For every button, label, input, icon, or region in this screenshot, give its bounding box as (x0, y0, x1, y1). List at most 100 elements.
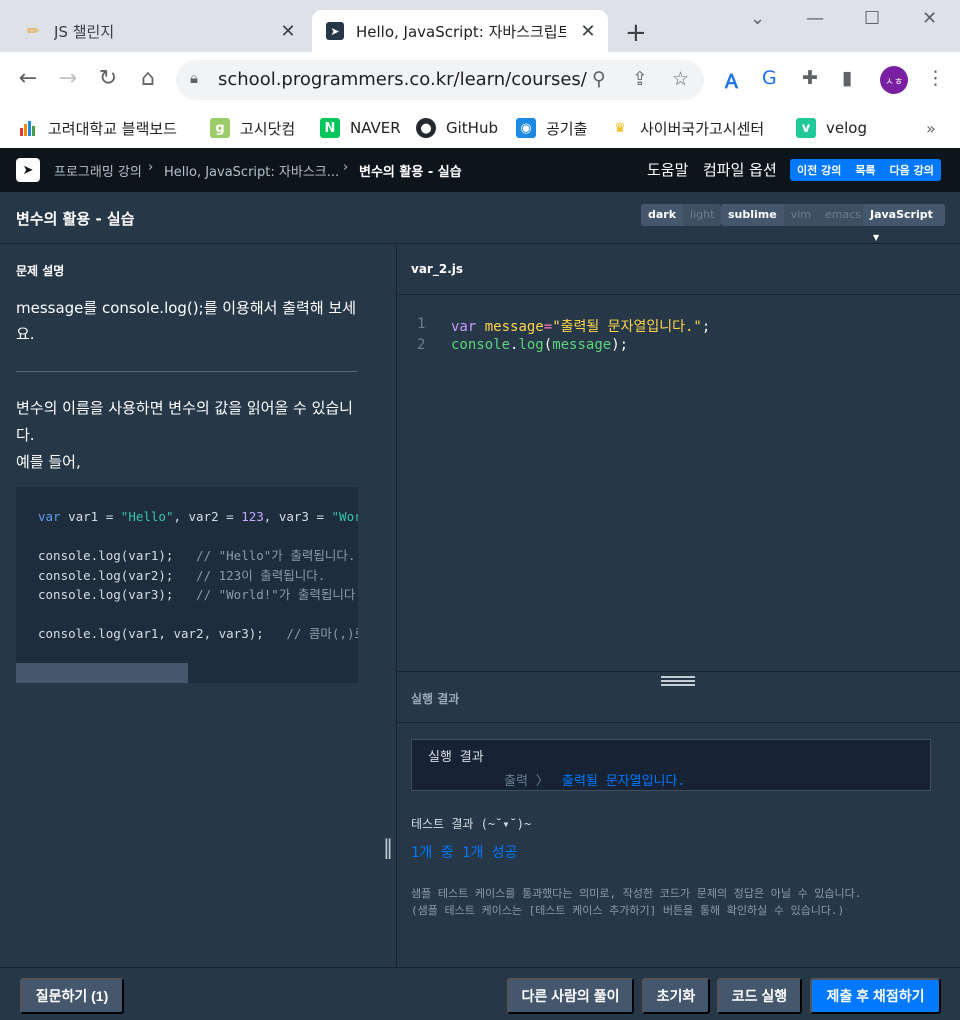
browser-tab-hello-javascript[interactable]: ➤ Hello, JavaScript: 자바스크립트 입 ✕ (312, 10, 608, 52)
ring-icon: ◉ (516, 118, 536, 138)
page-title: 변수의 활용 - 실습 (16, 210, 135, 228)
submit-button[interactable]: 제출 후 채점하기 (810, 978, 941, 1014)
extension-a-icon[interactable]: Ａ (722, 67, 741, 94)
keymap-emacs-option[interactable]: emacs (818, 204, 868, 226)
explanation-text: 변수의 이름을 사용하면 변수의 값을 읽어올 수 있습니다. (16, 399, 353, 444)
url-text[interactable]: school.programmers.co.kr/learn/courses/3… (218, 69, 588, 90)
keymap-sublime-option[interactable]: sublime (721, 204, 784, 226)
tab-title: JS 챌린지 (54, 22, 115, 41)
bookmark-label: GitHub (446, 119, 498, 137)
language-select[interactable]: JavaScript ▼ (863, 204, 945, 242)
reset-button[interactable]: 초기화 (642, 978, 710, 1014)
ask-question-button[interactable]: 질문하기 (1) (20, 978, 124, 1014)
browser-tabstrip: ✏ JS 챌린지 ✕ ➤ Hello, JavaScript: 자바스크립트 입… (0, 0, 960, 52)
menu-kebab-icon[interactable]: ⋮ (926, 67, 945, 89)
bookmark-gosidot[interactable]: g 고시닷컴 (210, 114, 295, 142)
code-line: console.log(message); (451, 337, 629, 353)
programmers-icon: ➤ (326, 22, 344, 40)
test-note: 샘플 테스트 케이스를 통과했다는 의미로, 작성한 코드가 문제의 정답은 아… (411, 885, 951, 919)
help-link[interactable]: 도움말 (647, 159, 688, 180)
compile-options-link[interactable]: 컴파일 옵션 (703, 159, 777, 180)
explanation-text: 예를 들어, (16, 453, 81, 471)
problem-description: message를 console.log();를 이용해서 출력해 보세요. (16, 299, 356, 343)
keymap-toggle: sublime vim emacs (721, 204, 869, 226)
breadcrumb-item[interactable]: 프로그래밍 강의 (54, 161, 142, 180)
maximize-icon[interactable]: ☐ (864, 8, 880, 29)
home-icon[interactable]: ⌂ (134, 66, 162, 91)
bookmark-naver[interactable]: N NAVER (320, 114, 401, 142)
bookmark-cyber-gosi[interactable]: ♛ 사이버국가고시센터 (610, 114, 764, 142)
next-lesson-button[interactable]: 다음 강의 (883, 162, 941, 178)
problem-panel: 문제 설명 message를 console.log();를 이용해서 출력해 … (0, 245, 396, 967)
output-value: 출력될 문자열입니다. (562, 774, 686, 789)
divider (16, 371, 358, 372)
keymap-vim-option[interactable]: vim (784, 204, 818, 226)
bookmark-korea-univ[interactable]: 고려대학교 블랙보드 (18, 114, 177, 142)
github-icon: ● (416, 118, 436, 138)
new-tab-icon[interactable]: + (625, 18, 647, 48)
bookmark-label: 고려대학교 블랙보드 (48, 119, 177, 138)
bookmark-label: 사이버국가고시센터 (640, 119, 765, 138)
browser-toolbar: ← → ↻ ⌂ 🔒︎ school.programmers.co.kr/lear… (0, 52, 960, 108)
caret-down-icon: ▼ (873, 233, 880, 242)
output-label: 출력 〉 (504, 774, 549, 789)
chevron-right-icon: › (343, 160, 349, 175)
programmers-logo-icon[interactable]: ➤ (16, 158, 40, 182)
theme-dark-option[interactable]: dark (641, 204, 684, 226)
editor-panel: var_2.js 1 2 var message="출력될 문자열입니다."; … (396, 245, 960, 967)
browser-tab-js-challenge[interactable]: ✏ JS 챌린지 ✕ (10, 10, 308, 52)
side-panel-icon[interactable]: ▮ (842, 67, 852, 89)
note-line: (샘플 테스트 케이스는 [테스트 케이스 추가하기] 버튼을 통해 확인하실 … (411, 904, 845, 917)
bookmark-velog[interactable]: v velog (796, 114, 867, 142)
chevron-right-icon: › (148, 160, 154, 175)
lock-icon: 🔒︎ (190, 69, 198, 87)
minimize-icon[interactable]: — (806, 8, 824, 29)
share-icon[interactable]: ⇪ (632, 68, 648, 90)
others-solutions-button[interactable]: 다른 사람의 풀이 (507, 978, 634, 1014)
horizontal-scrollbar[interactable] (16, 663, 188, 683)
bookmarks-bar: 고려대학교 블랙보드 g 고시닷컴 N NAVER ● GitHub ◉ 공기출… (0, 108, 960, 148)
line-number: 1 (417, 316, 426, 332)
chevron-right-more-icon[interactable]: » (926, 119, 936, 138)
translate-icon[interactable]: G (762, 67, 777, 89)
example-code-block[interactable]: var var1 = "Hello", var2 = 123, var3 = "… (16, 487, 358, 683)
breadcrumb-item[interactable]: Hello, JavaScript: 자바스크... (164, 161, 339, 180)
tab-search-icon[interactable]: ⌄ (750, 8, 765, 29)
zoom-icon[interactable]: ⚲ (592, 68, 606, 90)
forward-icon[interactable]: → (54, 66, 82, 91)
theme-toggle: dark light (641, 204, 722, 226)
reload-icon[interactable]: ↻ (94, 66, 122, 91)
language-select-value: JavaScript (870, 208, 933, 221)
close-window-icon[interactable]: ✕ (922, 8, 937, 29)
extensions-puzzle-icon[interactable]: ✚ (802, 67, 818, 89)
g-icon: g (210, 118, 230, 138)
action-footer: 질문하기 (1) 다른 사람의 풀이 초기화 코드 실행 제출 후 채점하기 (0, 967, 960, 1020)
test-result-heading: 테스트 결과 (~˘▾˘)~ (411, 817, 532, 831)
example-code: var var1 = "Hello", var2 = 123, var3 = "… (38, 509, 358, 641)
lesson-list-button[interactable]: 목록 (848, 162, 882, 178)
pencil-icon: ✏ (26, 22, 40, 40)
bookmark-star-icon[interactable]: ☆ (672, 68, 689, 90)
code-editor[interactable]: 1 2 var message="출력될 문자열입니다."; console.l… (397, 296, 960, 671)
code-line: var message="출력될 문자열입니다."; (451, 319, 711, 335)
line-number: 2 (417, 337, 426, 353)
crown-icon: ♛ (614, 120, 626, 136)
results-section-label: 실행 결과 (411, 692, 460, 706)
address-bar[interactable]: 🔒︎ school.programmers.co.kr/learn/course… (176, 60, 704, 100)
run-result-box: 실행 결과 출력 〉 출력될 문자열입니다. (411, 739, 931, 791)
close-tab-icon[interactable]: ✕ (278, 21, 298, 42)
results-header: 실행 결과 (397, 671, 960, 723)
test-passed-count: 1개 중 1개 성공 (411, 845, 518, 861)
bookmark-gonggichul[interactable]: ◉ 공기출 (516, 114, 587, 142)
profile-avatar[interactable]: ㅅㅎ (880, 66, 908, 94)
back-icon[interactable]: ← (14, 66, 42, 91)
tab-title: Hello, JavaScript: 자바스크립트 입 (356, 22, 566, 41)
run-code-button[interactable]: 코드 실행 (717, 978, 802, 1014)
theme-light-option[interactable]: light (683, 204, 721, 226)
bookmark-github[interactable]: ● GitHub (416, 114, 498, 142)
lesson-nav: 이전 강의 목록 다음 강의 (790, 159, 941, 181)
prev-lesson-button[interactable]: 이전 강의 (790, 162, 848, 178)
close-tab-icon[interactable]: ✕ (578, 21, 598, 42)
panel-resize-handle-icon[interactable]: ‖ (382, 835, 394, 869)
bookmark-label: velog (826, 119, 867, 137)
